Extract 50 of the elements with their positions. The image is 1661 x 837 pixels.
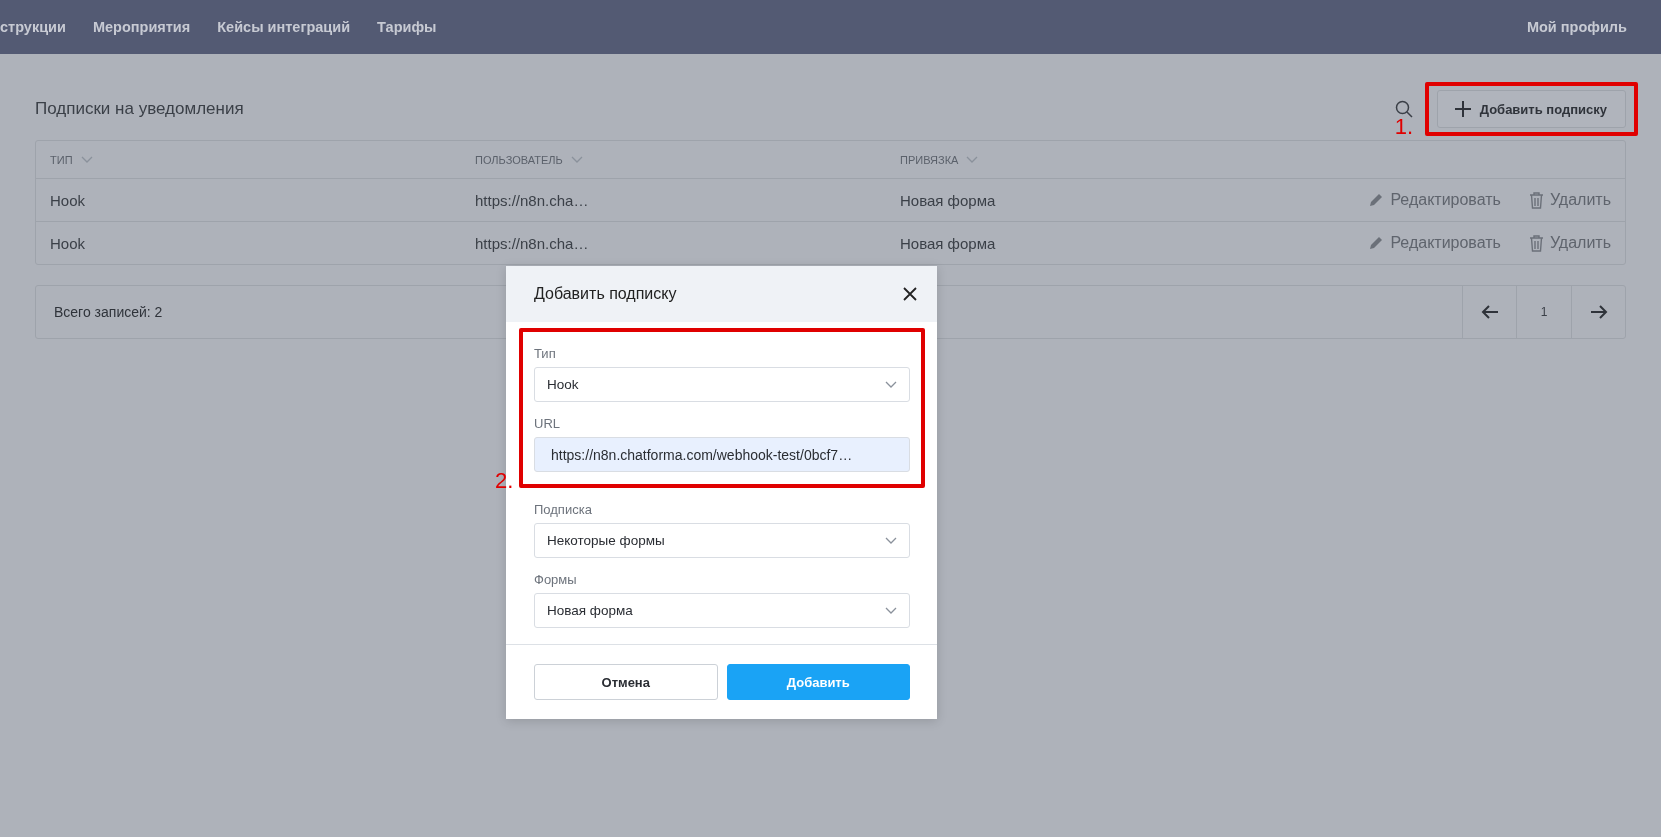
table-cell-text: https://n8n.cha… xyxy=(475,234,590,252)
add-subscription-button[interactable]: Добавить подписку xyxy=(1436,90,1626,128)
cancel-button[interactable]: Отмена xyxy=(534,664,718,700)
column-header[interactable]: ТИП xyxy=(50,153,475,166)
edit-button[interactable]: Редактировать xyxy=(1368,234,1501,252)
select-field[interactable]: Новая форма xyxy=(534,593,910,628)
annotation-number: 1. xyxy=(1394,114,1414,140)
arrow-left-icon xyxy=(1480,304,1499,320)
dialog-title: Добавить подписку xyxy=(534,285,677,303)
field-label: Формы xyxy=(534,572,578,587)
chevron-down-icon xyxy=(80,155,93,164)
delete-button[interactable]: Удалить xyxy=(1528,234,1611,252)
table-cell-text: Hook xyxy=(50,234,87,252)
page-title: Подписки на уведомления xyxy=(35,99,244,119)
table-cell-text: https://n8n.cha… xyxy=(475,191,590,209)
url-field[interactable]: https://n8n.chatforma.com/webhook-test/0bcf7… xyxy=(534,437,910,472)
select-field[interactable]: Некоторые формы xyxy=(534,523,910,558)
chevron-down-icon xyxy=(570,155,583,164)
table-cell-text: Новая форма xyxy=(900,191,997,209)
nav-link[interactable]: Мероприятия xyxy=(92,19,191,35)
arrow-right-icon xyxy=(1589,304,1608,320)
chevron-down-icon xyxy=(885,606,897,615)
trash-icon xyxy=(1528,191,1544,209)
column-header[interactable]: ПОЛЬЗОВАТЕЛЬ xyxy=(475,153,900,166)
annotation-number: 2. xyxy=(495,468,514,494)
field-label: URL xyxy=(534,416,561,431)
field-label: Тип xyxy=(534,346,557,361)
chevron-down-icon xyxy=(885,536,897,545)
table-cell-text: Новая форма xyxy=(900,234,997,252)
column-header[interactable]: ПРИВЯЗКА xyxy=(900,153,1611,166)
records-total: Всего записей: 2 xyxy=(54,304,163,320)
add-button[interactable]: Добавить xyxy=(726,664,910,700)
search-icon[interactable] xyxy=(1394,100,1413,118)
pencil-icon xyxy=(1368,235,1385,251)
page-number[interactable]: 1 xyxy=(1516,286,1571,338)
chevron-down-icon xyxy=(885,380,897,389)
trash-icon xyxy=(1528,234,1544,252)
nav-link[interactable]: Кейсы интеграций xyxy=(217,19,351,35)
pencil-icon xyxy=(1368,192,1385,208)
nav-link[interactable]: Тарифы xyxy=(377,19,437,35)
field-label: Подписка xyxy=(534,502,593,517)
nav-link[interactable]: струкции xyxy=(0,19,66,35)
table-cell-text: Hook xyxy=(50,191,87,209)
delete-button[interactable]: Удалить xyxy=(1528,191,1611,209)
profile-link[interactable]: Мой профиль xyxy=(1526,19,1627,35)
edit-button[interactable]: Редактировать xyxy=(1368,191,1501,209)
plus-icon xyxy=(1453,100,1472,118)
chevron-down-icon xyxy=(966,155,979,164)
close-button[interactable] xyxy=(903,287,917,301)
select-field[interactable]: Hook xyxy=(534,367,910,402)
